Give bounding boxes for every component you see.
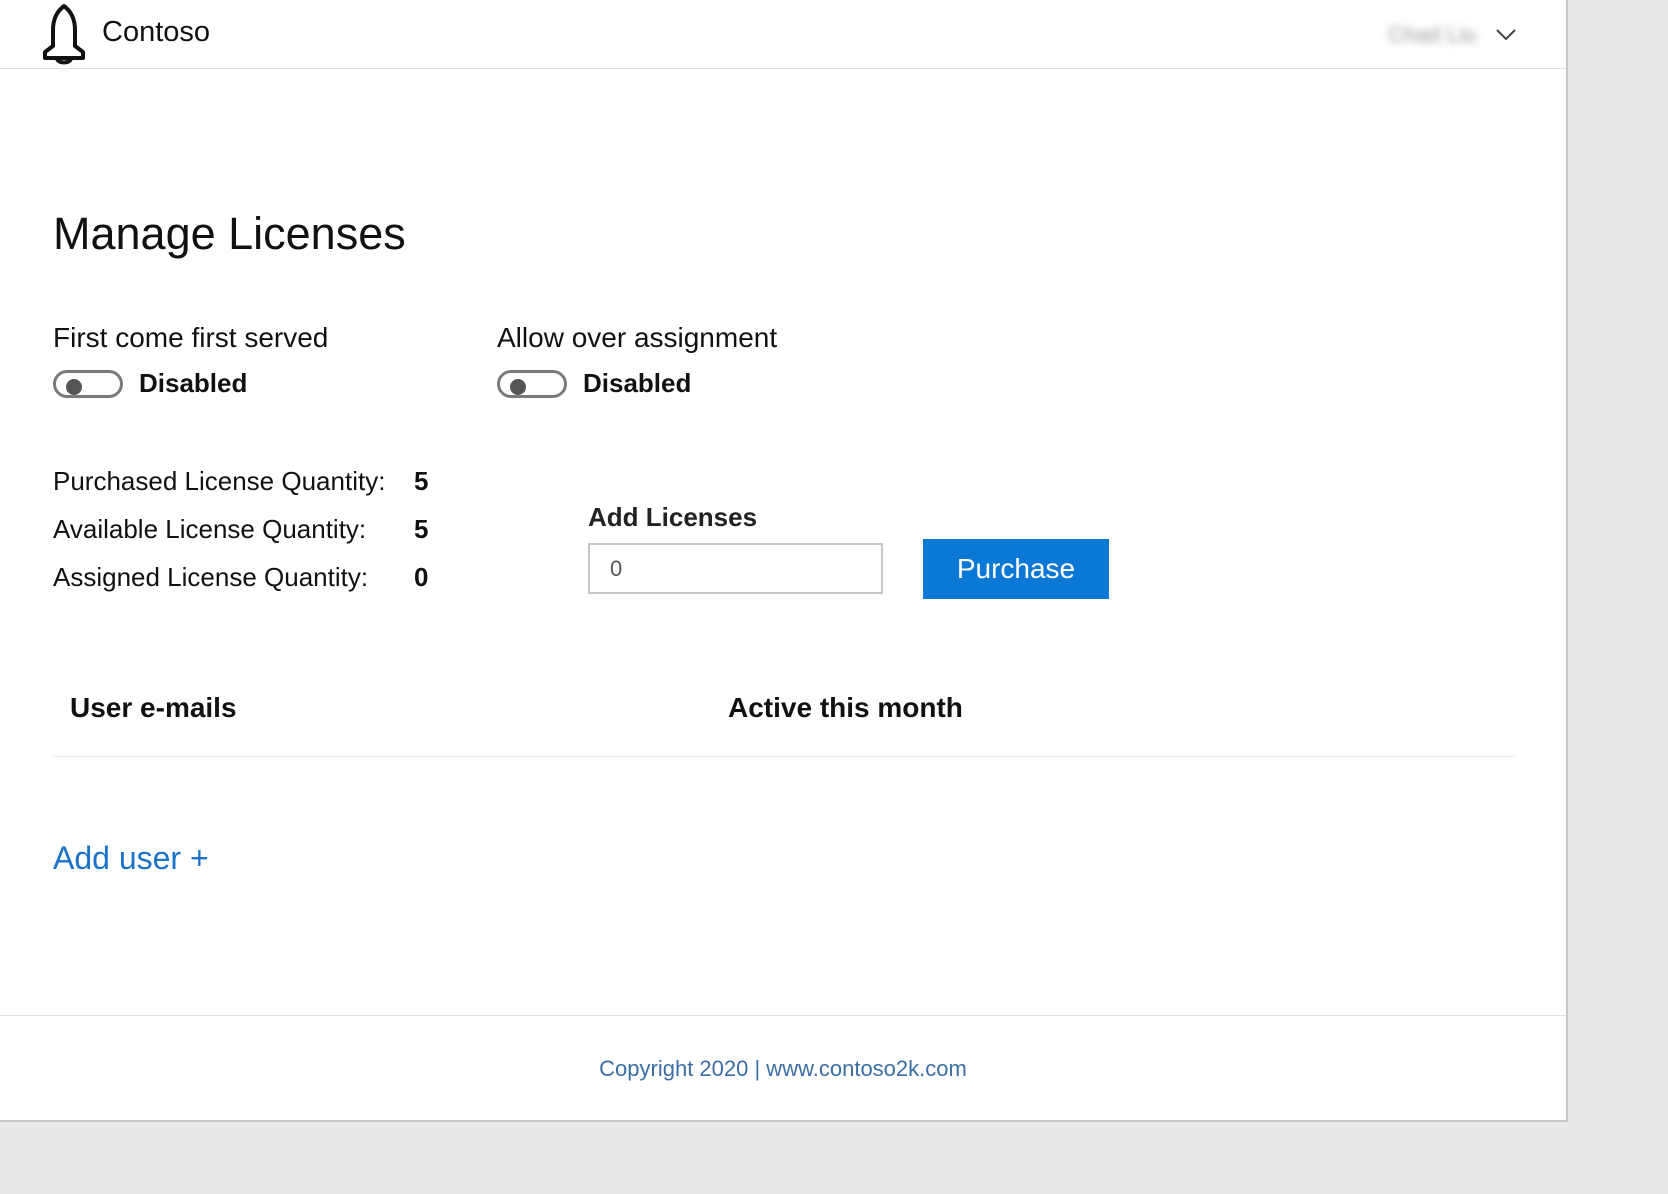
toggle-row: Disabled	[53, 368, 328, 399]
chevron-down-icon[interactable]	[1494, 26, 1518, 42]
brand-name: Contoso	[102, 16, 211, 48]
switch-knob	[510, 378, 526, 395]
toggle-row: Disabled	[497, 368, 777, 399]
assigned-quantity-value: 0	[414, 562, 429, 592]
rocket-logo-icon	[43, 4, 85, 65]
footer-copyright[interactable]: Copyright 2020 | www.contoso2k.com	[0, 1056, 1566, 1082]
toggle-status: Disabled	[583, 368, 692, 398]
footer: Copyright 2020 | www.contoso2k.com	[0, 1015, 1566, 1121]
add-licenses-input[interactable]	[588, 543, 883, 594]
over-assignment-switch[interactable]	[497, 369, 567, 398]
add-licenses-label: Add Licenses	[588, 502, 758, 532]
first-come-switch[interactable]	[53, 369, 123, 398]
users-table-header: User e-mails Active this month	[53, 688, 1515, 757]
purchase-button[interactable]: Purchase	[923, 539, 1109, 599]
add-user-link[interactable]: Add user +	[53, 840, 209, 877]
switch-knob	[66, 378, 82, 395]
available-quantity-label: Available License Quantity:	[53, 514, 367, 544]
column-header-user-emails: User e-mails	[70, 692, 237, 723]
assigned-quantity-label: Assigned License Quantity:	[53, 562, 369, 592]
app-window: Contoso Chad Liu Manage Licenses First c…	[0, 0, 1568, 1122]
toggle-label: First come first served	[53, 322, 329, 353]
page-title: Manage Licenses	[53, 208, 406, 259]
user-name[interactable]: Chad Liu	[1388, 22, 1476, 48]
toggle-allow-over-assignment: Allow over assignment Disabled	[497, 322, 777, 399]
toggle-status: Disabled	[139, 368, 248, 398]
toggle-label: Allow over assignment	[497, 322, 778, 353]
purchased-quantity-label: Purchased License Quantity:	[53, 466, 386, 496]
toggle-first-come-first-served: First come first served Disabled	[53, 322, 328, 399]
purchased-quantity-value: 5	[414, 466, 429, 496]
top-bar: Contoso Chad Liu	[0, 0, 1566, 69]
column-header-active-this-month: Active this month	[728, 692, 963, 723]
available-quantity-value: 5	[414, 514, 429, 544]
